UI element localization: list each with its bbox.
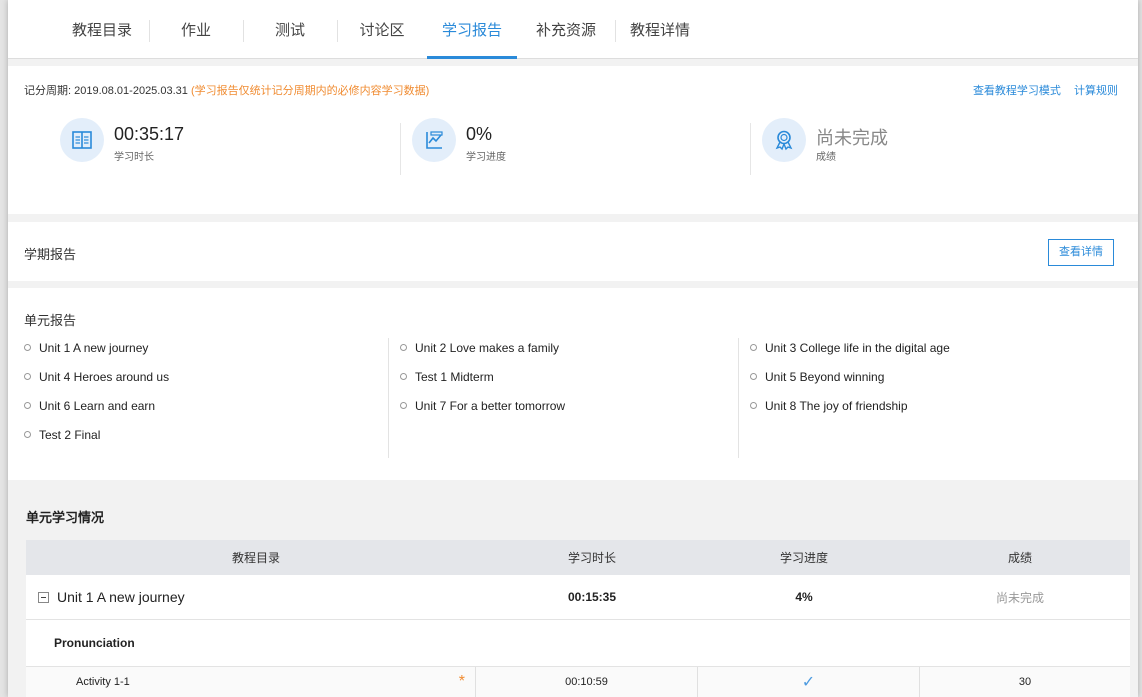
unit-link[interactable]: Test 1 Midterm [400, 370, 565, 399]
unit-link[interactable]: Unit 1 A new journey [24, 341, 169, 370]
tab-bar: 教程目录 作业 测试 讨论区 学习报告 补充资源 教程详情 [8, 0, 1138, 59]
unit-link-label: Unit 3 College life in the digital age [765, 341, 950, 355]
tab-course-details[interactable]: 教程详情 [616, 0, 704, 59]
table-row-activity[interactable]: Activity 1-1 * 00:10:59 ✓ 30 [26, 667, 1130, 697]
unit-link-label: Unit 1 A new journey [39, 341, 149, 355]
calculation-rules-link[interactable]: 计算规则 [1074, 85, 1118, 97]
grade-value: 尚未完成 [816, 128, 888, 148]
term-report-card: 学期报告 查看详情 [8, 222, 1138, 281]
unit-link[interactable]: Unit 7 For a better tomorrow [400, 399, 565, 428]
circle-bullet-icon [400, 373, 407, 380]
header-time: 学习时长 [567, 551, 616, 565]
period-label: 记分周期: 2019.08.01-2025.03.31 [24, 85, 188, 97]
view-details-button[interactable]: 查看详情 [1048, 239, 1114, 266]
unit-column-2: Unit 2 Love makes a family Test 1 Midter… [400, 341, 565, 428]
activity-name-cell: Activity 1-1 * [26, 667, 476, 697]
grade-label: 成绩 [816, 152, 836, 163]
study-time-label: 学习时长 [114, 152, 154, 163]
score-period: 记分周期: 2019.08.01-2025.03.31 (学习报告仅统计记分周期… [24, 82, 429, 98]
tab-discussion[interactable]: 讨论区 [338, 0, 426, 59]
study-time-stat: 00:35:17 学习时长 [60, 118, 360, 176]
activity-score: 30 [1018, 676, 1032, 688]
tab-homework[interactable]: 作业 [150, 0, 242, 59]
chart-icon [412, 118, 456, 162]
view-study-mode-link[interactable]: 查看教程学习模式 [973, 85, 1061, 97]
unit-link-label: Unit 4 Heroes around us [39, 370, 170, 384]
study-progress-stat: 0% 学习进度 [412, 118, 712, 176]
unit-link-label: Unit 2 Love makes a family [415, 341, 560, 355]
tab-course-catalog[interactable]: 教程目录 [56, 0, 148, 59]
study-time-value: 00:35:17 [114, 124, 185, 144]
study-progress-label: 学习进度 [466, 152, 506, 163]
unit-link[interactable]: Unit 2 Love makes a family [400, 341, 565, 370]
unit-link-label: Test 1 Midterm [415, 370, 494, 384]
unit-link[interactable]: Unit 8 The joy of friendship [750, 399, 950, 428]
circle-bullet-icon [750, 344, 757, 351]
divider [400, 123, 401, 175]
circle-bullet-icon [24, 402, 31, 409]
unit-link[interactable]: Unit 6 Learn and earn [24, 399, 169, 428]
top-links: 查看教程学习模式 计算规则 [963, 82, 1118, 98]
unit-link-label: Test 2 Final [39, 428, 101, 442]
unit-link[interactable]: Test 2 Final [24, 428, 169, 457]
required-star-icon: * [458, 673, 465, 690]
header-progress: 学习进度 [779, 551, 828, 565]
unit-progress-table: 教程目录 学习时长 学习进度 成绩 Unit 1 A new journey 0… [26, 540, 1130, 697]
unit-progress: 4% [795, 590, 813, 604]
book-icon [60, 118, 104, 162]
unit-link[interactable]: Unit 4 Heroes around us [24, 370, 169, 399]
unit-report-title: 单元报告 [24, 313, 77, 328]
unit-column-3: Unit 3 College life in the digital age U… [750, 341, 950, 428]
unit-progress-title: 单元学习情况 [26, 510, 105, 525]
unit-link-label: Unit 8 The joy of friendship [765, 399, 908, 413]
activity-time: 00:10:59 [476, 667, 698, 697]
app-frame: 教程目录 作业 测试 讨论区 学习报告 补充资源 教程详情 记分周期: 2019… [8, 0, 1138, 697]
circle-bullet-icon [24, 344, 31, 351]
period-note: (学习报告仅统计记分周期内的必修内容学习数据) [190, 85, 430, 97]
tab-supplementary[interactable]: 补充资源 [518, 0, 614, 59]
circle-bullet-icon [750, 373, 757, 380]
collapse-icon[interactable] [38, 591, 49, 603]
table-header: 教程目录 学习时长 学习进度 成绩 [26, 540, 1130, 575]
activity-name: Activity 1-1 [76, 676, 130, 688]
grade-stat: 尚未完成 成绩 [762, 118, 1062, 176]
unit-link[interactable]: Unit 5 Beyond winning [750, 370, 950, 399]
unit-score: 尚未完成 [995, 590, 1044, 605]
award-icon [762, 118, 806, 162]
unit-link[interactable]: Unit 3 College life in the digital age [750, 341, 950, 370]
section-name: Pronunciation [54, 636, 135, 650]
table-row-unit[interactable]: Unit 1 A new journey 00:15:35 4% 尚未完成 [26, 575, 1130, 620]
circle-bullet-icon [24, 431, 31, 438]
column-divider [738, 338, 739, 458]
summary-card: 记分周期: 2019.08.01-2025.03.31 (学习报告仅统计记分周期… [8, 66, 1138, 214]
study-progress-value: 0% [466, 124, 493, 144]
check-icon: ✓ [698, 667, 920, 697]
unit-time: 00:15:35 [567, 590, 617, 604]
table-row-section: Pronunciation [26, 620, 1130, 667]
circle-bullet-icon [24, 373, 31, 380]
header-catalog: 教程目录 [231, 551, 280, 565]
divider [750, 123, 751, 175]
unit-link-label: Unit 5 Beyond winning [765, 370, 885, 384]
circle-bullet-icon [400, 344, 407, 351]
unit-name-cell: Unit 1 A new journey [38, 575, 478, 619]
term-report-title: 学期报告 [24, 247, 77, 262]
tab-tests[interactable]: 测试 [244, 0, 336, 59]
unit-link-label: Unit 6 Learn and earn [39, 399, 156, 413]
column-divider [388, 338, 389, 458]
unit-name: Unit 1 A new journey [57, 589, 185, 605]
circle-bullet-icon [750, 402, 757, 409]
circle-bullet-icon [400, 402, 407, 409]
tab-learning-report[interactable]: 学习报告 [427, 0, 517, 59]
unit-report-card: 单元报告 Unit 1 A new journey Unit 4 Heroes … [8, 288, 1138, 480]
unit-link-label: Unit 7 For a better tomorrow [415, 399, 566, 413]
unit-column-1: Unit 1 A new journey Unit 4 Heroes aroun… [24, 341, 169, 457]
header-score: 成绩 [1007, 551, 1032, 565]
